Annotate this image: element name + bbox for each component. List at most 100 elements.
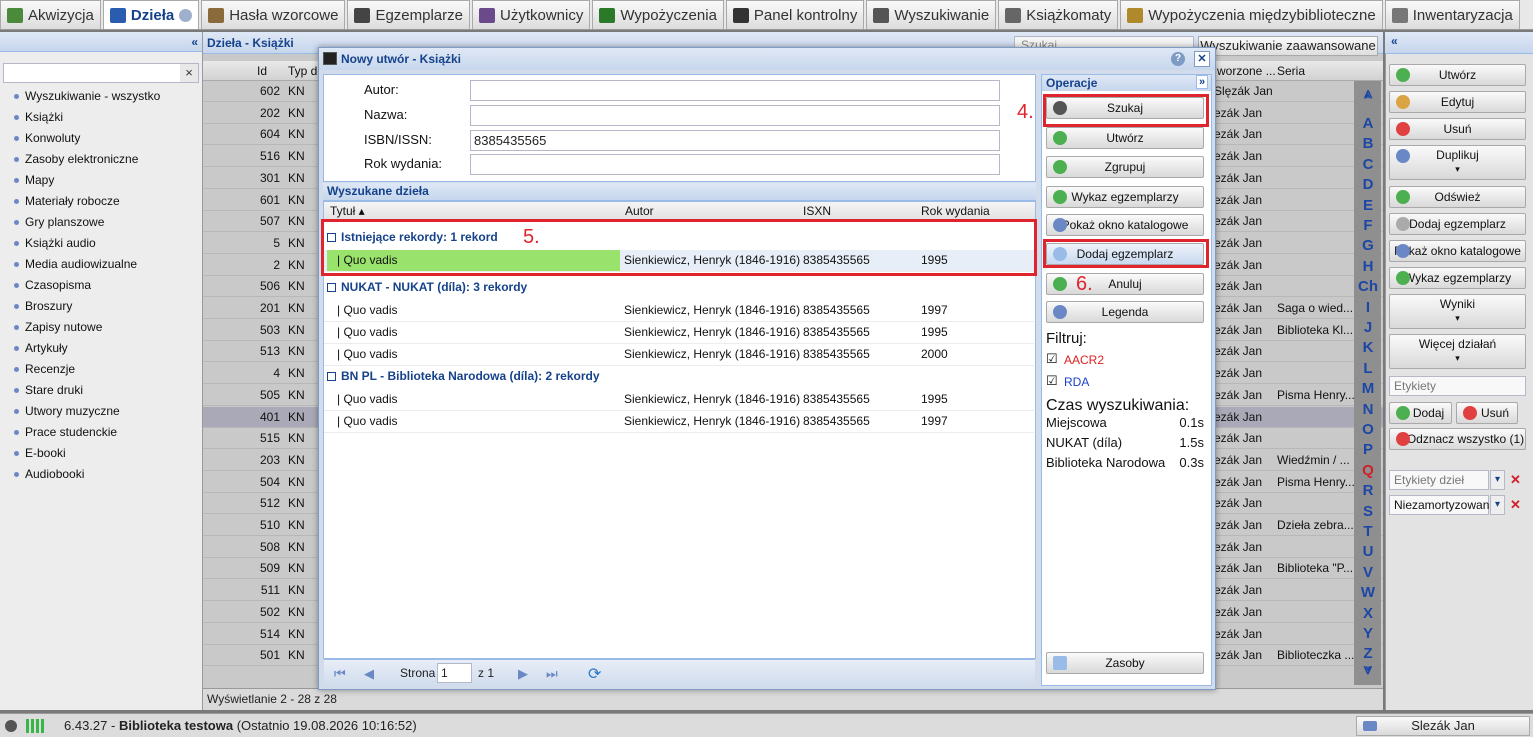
col-year[interactable]: Rok wydania (921, 203, 990, 220)
letter-h[interactable]: H (1356, 257, 1380, 277)
work-labels-select[interactable]: Etykiety dzieł (1389, 470, 1489, 490)
tab-3[interactable]: Hasła wzorcowe (201, 0, 346, 29)
category-item[interactable]: Zapisy nutowe (13, 317, 102, 337)
clear-filter-icon[interactable]: × (180, 64, 198, 82)
op-dodaj-egzemplarz-button[interactable]: Dodaj egzemplarz (1389, 213, 1526, 235)
col-type[interactable]: Typ d (288, 61, 317, 82)
tab-6[interactable]: Wypożyczenia (592, 0, 724, 29)
tab-2[interactable]: Dzieła (102, 0, 200, 29)
letter-l[interactable]: L (1356, 359, 1380, 379)
letter-b[interactable]: B (1356, 134, 1380, 154)
result-row[interactable]: | Quo vadis Sienkiewicz, Henryk (1846-191… (324, 300, 1034, 322)
letter-d[interactable]: D (1356, 175, 1380, 195)
letter-j[interactable]: J (1356, 318, 1380, 338)
letter-v[interactable]: V (1356, 563, 1380, 583)
col-author[interactable]: Autor (625, 203, 654, 220)
category-item[interactable]: Konwoluty (13, 128, 80, 148)
clear-icon[interactable]: ✕ (1508, 470, 1523, 490)
tab-10[interactable]: Wypożyczenia międzybiblioteczne (1120, 0, 1383, 29)
op-usuń-button[interactable]: Usuń (1389, 118, 1526, 140)
author-input[interactable] (470, 80, 1000, 101)
letter-ch[interactable]: Ch (1356, 277, 1380, 297)
result-group-header[interactable]: BN PL - Biblioteka Narodowa (díla): 2 re… (327, 366, 600, 386)
letter-p[interactable]: P (1356, 440, 1380, 460)
labels-input[interactable]: Etykiety (1389, 376, 1526, 396)
result-row[interactable]: | Quo vadis Sienkiewicz, Henryk (1846-191… (324, 389, 1034, 411)
op-wyniki-button[interactable]: Wyniki ▾ (1389, 294, 1526, 329)
tab-11[interactable]: Inwentaryzacja (1384, 0, 1520, 29)
col-id[interactable]: Id (257, 61, 267, 82)
col-title[interactable]: Tytuł ▴ (330, 203, 365, 220)
category-item[interactable]: Mapy (13, 170, 54, 190)
tab-4[interactable]: Egzemplarze (347, 0, 470, 29)
letter-a[interactable]: A (1356, 114, 1380, 134)
title-input[interactable] (470, 105, 1000, 126)
letter-n[interactable]: N (1356, 400, 1380, 420)
result-row[interactable]: | Quo vadis Sienkiewicz, Henryk (1846-191… (324, 322, 1034, 344)
category-item[interactable]: Prace studenckie (13, 422, 117, 442)
remove-label-button[interactable]: Usuń (1456, 402, 1518, 424)
category-item[interactable]: Utwory muzyczne (14, 401, 120, 421)
filter-checkbox[interactable]: ☑ (1046, 349, 1058, 369)
year-input[interactable] (470, 154, 1000, 175)
dropdown-icon[interactable]: ▾ (1490, 495, 1505, 515)
col-created[interactable]: worzone ... (1217, 61, 1276, 82)
category-item[interactable]: Recenzje (13, 359, 75, 379)
letter-k[interactable]: K (1356, 338, 1380, 358)
dialog-resources-button[interactable]: Zasoby (1046, 652, 1204, 674)
result-row[interactable]: | Quo vadis Sienkiewicz, Henryk (1846-191… (324, 411, 1034, 433)
category-item[interactable]: Materiały robocze (14, 191, 120, 211)
letter-o[interactable]: O (1356, 420, 1380, 440)
letter-e[interactable]: E (1356, 196, 1380, 216)
dialog-copies-list-button[interactable]: Wykaz egzemplarzy (1046, 186, 1204, 208)
letter-q[interactable]: Q (1356, 461, 1380, 481)
add-label-button[interactable]: Dodaj (1389, 402, 1452, 424)
category-item[interactable]: E-booki (14, 443, 66, 463)
dialog-close-icon[interactable]: ✕ (1194, 51, 1210, 67)
op-utwórz-button[interactable]: Utwórz (1389, 64, 1526, 86)
collapse-left-icon[interactable]: « (191, 32, 198, 52)
letter-f[interactable]: F (1356, 216, 1380, 236)
dialog-legend-button[interactable]: Legenda (1046, 301, 1204, 323)
category-filter-input[interactable]: × (3, 63, 199, 83)
alphabet-bottom-icon[interactable]: ⩔ (1356, 660, 1380, 680)
col-isxn[interactable]: ISXN (803, 203, 831, 220)
dialog-help-icon[interactable]: ? (1171, 52, 1185, 66)
tab-9[interactable]: Książkomaty (998, 0, 1119, 29)
alphabet-top-icon[interactable]: ⩓ (1356, 84, 1380, 104)
isbn-input[interactable]: 8385435565 (470, 130, 1000, 151)
letter-w[interactable]: W (1356, 583, 1380, 603)
op-duplikuj-button[interactable]: Duplikuj ▾ (1389, 145, 1526, 180)
refresh-icon[interactable]: ⟳ (588, 664, 601, 684)
dialog-cancel-button[interactable]: Anuluj (1046, 273, 1204, 295)
category-item[interactable]: Czasopisma (13, 275, 91, 295)
dialog-group-button[interactable]: Zgrupuj (1046, 156, 1204, 178)
category-item[interactable]: Audiobooki (13, 464, 84, 484)
result-row[interactable]: | Quo vadis Sienkiewicz, Henryk (1846-191… (324, 344, 1034, 366)
collapse-right-icon[interactable]: « (1391, 34, 1398, 48)
next-page-icon[interactable]: ▶ (518, 666, 528, 682)
op-pokaż-okno-katalogowe-button[interactable]: Pokaż okno katalogowe (1389, 240, 1526, 262)
tab-7[interactable]: Panel kontrolny (725, 0, 865, 29)
tab-help-icon[interactable] (179, 8, 193, 22)
letter-s[interactable]: S (1356, 502, 1380, 522)
user-menu-button[interactable]: Slezák Jan (1356, 716, 1530, 736)
category-item[interactable]: Książki (13, 107, 63, 127)
op-wykaz-egzemplarzy-button[interactable]: Wykaz egzemplarzy (1389, 267, 1526, 289)
tab-1[interactable]: Akwizycja (0, 0, 101, 29)
unmark-all-button[interactable]: Odznacz wszystko (1) (1389, 428, 1526, 450)
letter-x[interactable]: X (1356, 604, 1380, 624)
letter-r[interactable]: R (1356, 481, 1380, 501)
op-odśwież-button[interactable]: Odśwież (1389, 186, 1526, 208)
collapse-ops-icon[interactable]: » (1196, 75, 1208, 89)
unamortized-select[interactable]: Niezamortyzowan (1389, 495, 1489, 515)
advanced-search-button[interactable]: Wyszukiwanie zaawansowane (1198, 36, 1378, 56)
page-input[interactable]: 1 (437, 663, 472, 683)
letter-m[interactable]: M (1356, 379, 1380, 399)
category-item[interactable]: Wyszukiwanie - wszystko (13, 86, 160, 106)
filter-checkbox[interactable]: ☑ (1046, 371, 1058, 391)
tab-8[interactable]: Wyszukiwanie (866, 0, 997, 29)
first-page-icon[interactable]: ⏮ (334, 666, 346, 682)
col-series[interactable]: Seria (1277, 61, 1305, 82)
category-item[interactable]: Stare druki (13, 380, 83, 400)
